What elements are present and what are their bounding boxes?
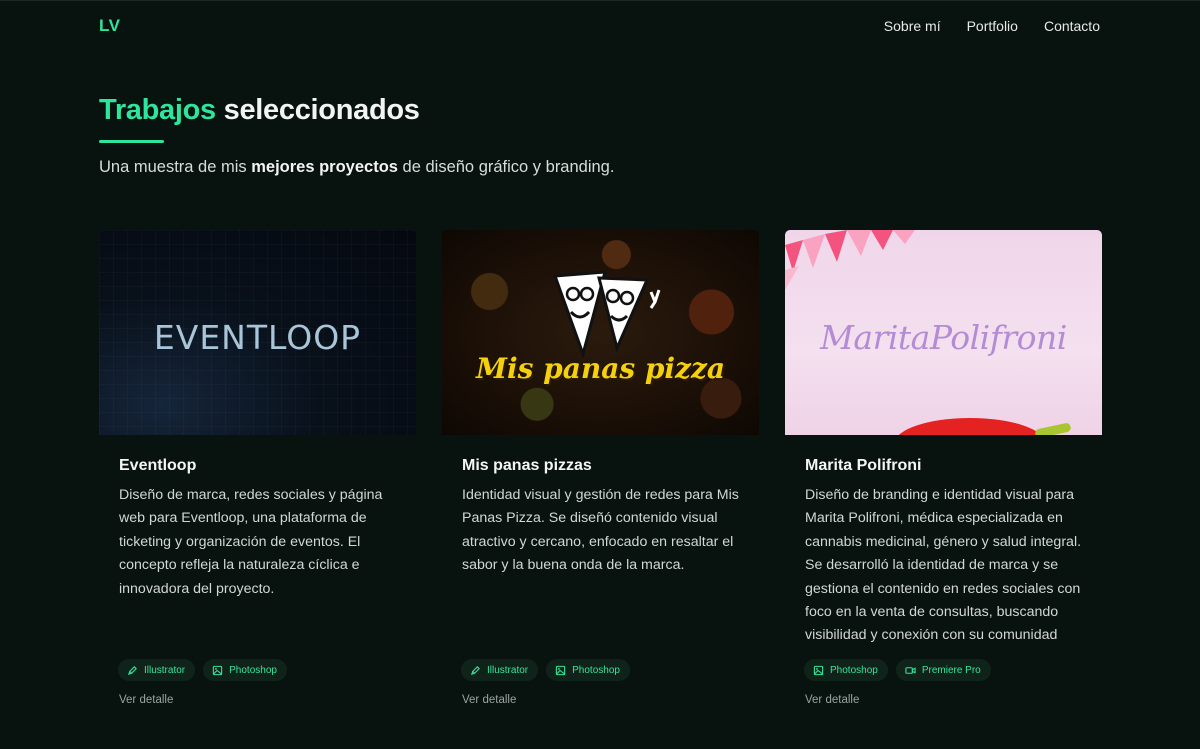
image-icon (555, 665, 566, 675)
image-icon (813, 665, 824, 675)
tag-label: Premiere Pro (921, 664, 981, 676)
pepper-shape (895, 418, 1045, 435)
page-title-rest: seleccionados (215, 94, 420, 126)
page-title-accent: Trabajos (99, 94, 216, 126)
nav-links: Sobre mí Portfolio Contacto (884, 18, 1100, 34)
video-icon (905, 666, 916, 674)
subtitle-bold: mejores proyectos (251, 158, 398, 176)
tag-illustrator: Illustrator (461, 659, 539, 681)
tag-label: Illustrator (487, 664, 529, 676)
image-icon (212, 665, 223, 675)
tag-photoshop: Photoshop (546, 659, 630, 681)
view-detail-link[interactable]: Ver detalle (805, 694, 859, 706)
tag-label: Photoshop (830, 664, 878, 676)
tag-premiere-pro: Premiere Pro (895, 659, 991, 681)
page-subtitle: Una muestra de mis mejores proyectos de … (99, 158, 614, 177)
project-description: Identidad visual y gestión de redes para… (462, 487, 739, 574)
title-underline (99, 140, 164, 143)
project-tags: Photoshop Premiere Pro (804, 659, 991, 681)
logo[interactable]: LV (99, 16, 120, 36)
project-thumbnail[interactable]: Mis panas pizza (442, 230, 759, 435)
bunting-decoration (785, 230, 915, 290)
project-description: Diseño de branding e identidad visual pa… (805, 487, 1082, 644)
nav-link-contacto[interactable]: Contacto (1044, 18, 1100, 34)
tag-label: Photoshop (229, 664, 277, 676)
project-title: Marita Polifroni (805, 457, 922, 474)
projects-grid: EVENTLOOP Eventloop Diseño de marca, red… (99, 230, 1102, 720)
nav-link-sobre-mi[interactable]: Sobre mí (884, 18, 941, 34)
tag-label: Illustrator (144, 664, 186, 676)
pizza-mascot-icon (552, 270, 661, 358)
pen-icon (470, 665, 480, 675)
project-title: Eventloop (119, 457, 197, 474)
pen-icon (127, 665, 137, 675)
project-thumbnail[interactable]: EVENTLOOP (99, 230, 416, 435)
project-tags: Illustrator Photoshop (461, 659, 630, 681)
pepper-stem (1034, 422, 1072, 435)
thumbnail-logo-text: Mis panas pizza (475, 352, 726, 385)
tag-illustrator: Illustrator (118, 659, 196, 681)
tag-photoshop: Photoshop (804, 659, 888, 681)
tag-label: Photoshop (572, 664, 620, 676)
view-detail-link[interactable]: Ver detalle (119, 694, 173, 706)
view-detail-link[interactable]: Ver detalle (462, 694, 516, 706)
project-tags: Illustrator Photoshop (118, 659, 287, 681)
subtitle-post: de diseño gráfico y branding. (397, 158, 615, 176)
nav-link-portfolio[interactable]: Portfolio (967, 18, 1018, 34)
top-nav: LV Sobre mí Portfolio Contacto (0, 0, 1200, 52)
project-thumbnail[interactable]: MaritaPolifroni (785, 230, 1102, 435)
thumbnail-logo-text: MaritaPolifroni (820, 318, 1067, 357)
project-card-marita-polifroni[interactable]: MaritaPolifroni Marita Polifroni Diseño … (785, 230, 1102, 720)
project-title: Mis panas pizzas (462, 457, 592, 474)
project-card-eventloop[interactable]: EVENTLOOP Eventloop Diseño de marca, red… (99, 230, 416, 720)
page-title: Trabajos seleccionados (99, 94, 420, 127)
thumbnail-logo-text: EVENTLOOP (153, 318, 362, 357)
tag-photoshop: Photoshop (203, 659, 287, 681)
project-card-mis-panas-pizzas[interactable]: Mis panas pizza Mis panas pizzas Identid… (442, 230, 759, 720)
project-description: Diseño de marca, redes sociales y página… (119, 487, 383, 597)
subtitle-pre: Una muestra de mis (99, 158, 252, 176)
